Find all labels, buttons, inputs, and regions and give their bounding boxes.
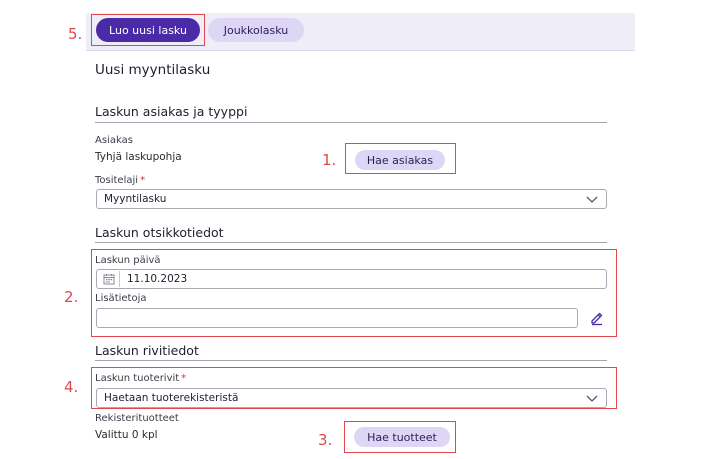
annotation-box-3	[344, 421, 456, 453]
section-heading-row-info: Laskun rivitiedot	[95, 343, 199, 358]
page-title: Uusi myyntilasku	[95, 62, 211, 78]
chevron-down-icon	[586, 196, 598, 203]
section-divider	[95, 242, 607, 243]
required-mark: *	[140, 175, 146, 186]
annotation-step-5: 5.	[68, 25, 83, 43]
selected-count: Valittu 0 kpl	[95, 429, 158, 441]
doc-type-select[interactable]: Myyntilasku	[96, 189, 607, 209]
batch-invoice-button[interactable]: Joukkolasku	[208, 18, 304, 42]
annotation-step-1: 1.	[322, 151, 337, 169]
section-heading-customer: Laskun asiakas ja tyyppi	[95, 104, 248, 119]
annotation-box-5	[91, 14, 205, 46]
annotation-box-4	[91, 367, 617, 409]
annotation-box-1	[345, 143, 456, 174]
annotation-step-3: 3.	[318, 431, 333, 449]
registry-products-label: Rekisterituotteet	[95, 413, 179, 424]
section-divider	[95, 122, 607, 123]
doc-type-label-text: Tositelaji	[95, 175, 139, 186]
section-heading-header-info: Laskun otsikkotiedot	[95, 225, 224, 240]
annotation-step-2: 2.	[64, 288, 79, 306]
annotation-step-4: 4.	[64, 378, 79, 396]
doc-type-selected-value: Myyntilasku	[104, 193, 167, 205]
customer-label: Asiakas	[95, 135, 133, 146]
section-divider	[95, 360, 607, 361]
customer-value: Tyhjä laskupohja	[95, 151, 182, 163]
annotation-box-2	[91, 249, 617, 337]
doc-type-label: Tositelaji *	[95, 175, 145, 186]
